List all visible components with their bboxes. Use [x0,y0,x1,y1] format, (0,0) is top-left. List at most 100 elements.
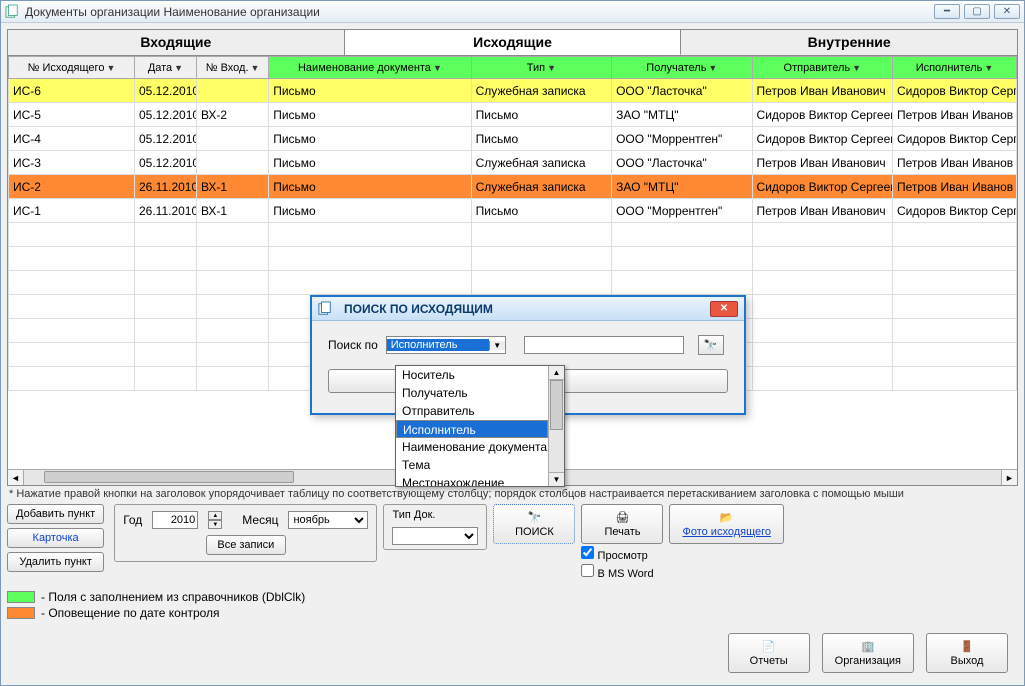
year-up-button[interactable]: ▲ [208,511,222,520]
cell-doc_name: Письмо [269,175,471,199]
table-row [9,271,1017,295]
swatch-orange [7,607,35,619]
scroll-right-icon[interactable]: ► [1001,470,1017,485]
cell-type: Письмо [471,199,611,223]
search-text-input[interactable] [524,336,684,354]
cell-out_no [9,247,135,271]
scroll-up-icon[interactable]: ▲ [549,366,564,380]
cell-recipient: ООО "Ласточка" [612,79,752,103]
year-input[interactable] [152,511,198,529]
msword-checkbox[interactable]: В MS Word [581,564,663,580]
all-records-button[interactable]: Все записи [206,535,286,555]
cell-doc_name [269,223,471,247]
dropdown-item[interactable]: Отправитель [396,402,548,420]
table-row[interactable]: ИС-505.12.2010ВХ-2ПисьмоПисьмоЗАО "МТЦ"С… [9,103,1017,127]
cell-date: 05.12.2010 [134,79,196,103]
dropdown-item[interactable]: Наименование документа [396,438,548,456]
card-button[interactable]: Карточка [7,528,104,548]
month-label: Месяц [242,513,278,527]
table-row [9,223,1017,247]
exit-button[interactable]: 🚪 Выход [926,633,1008,673]
dropdown-scroll-thumb[interactable] [550,380,563,430]
tab-incoming[interactable]: Входящие [8,30,345,55]
doc-tabs: Входящие Исходящие Внутренние [7,29,1018,56]
table-row[interactable]: ИС-605.12.2010ПисьмоСлужебная запискаООО… [9,79,1017,103]
col-executor[interactable]: Исполнитель▼ [893,57,1017,79]
doctype-label: Тип Док. [392,509,478,521]
scroll-down-icon[interactable]: ▼ [549,472,564,486]
cell-in_no [196,295,268,319]
col-out-no[interactable]: № Исходящего▼ [9,57,135,79]
organization-button[interactable]: 🏢 Организация [822,633,914,673]
dropdown-item[interactable]: Тема [396,456,548,474]
print-button[interactable]: 🖨 Печать [581,504,663,544]
year-down-button[interactable]: ▼ [208,520,222,529]
delete-item-button[interactable]: Удалить пункт [7,552,104,572]
app-icon [5,5,19,19]
col-recipient[interactable]: Получатель▼ [612,57,752,79]
minimize-button[interactable]: ━ [934,4,960,19]
table-row[interactable]: ИС-305.12.2010ПисьмоСлужебная запискаООО… [9,151,1017,175]
add-item-button[interactable]: Добавить пункт [7,504,104,524]
legend-orange-text: - Оповещение по дате контроля [41,606,220,620]
table-row[interactable]: ИС-405.12.2010ПисьмоПисьмоООО "Моррентге… [9,127,1017,151]
preview-checkbox[interactable]: Просмотр [581,546,663,562]
doctype-select[interactable] [392,527,478,545]
year-label: Год [123,513,142,527]
cell-sender: Сидоров Виктор Сергееви [752,175,892,199]
cell-in_no: ВХ-1 [196,199,268,223]
search-button[interactable]: 🔭 ПОИСК [493,504,575,544]
printer-icon: 🖨 [616,511,630,524]
dropdown-scrollbar[interactable]: ▲ ▼ [548,366,564,486]
cell-in_no [196,247,268,271]
dropdown-item[interactable]: Получатель [396,384,548,402]
reports-button[interactable]: 📄 Отчеты [728,633,810,673]
scroll-left-icon[interactable]: ◄ [8,470,24,485]
chevron-down-icon[interactable]: ▼ [489,341,505,350]
photo-button[interactable]: 📂 Фото исходящего [669,504,784,544]
cell-executor [893,343,1017,367]
col-sender[interactable]: Отправитель▼ [752,57,892,79]
col-date[interactable]: Дата▼ [134,57,196,79]
cell-date: 26.11.2010 [134,175,196,199]
cell-out_no: ИС-4 [9,127,135,151]
cell-recipient [612,223,752,247]
search-go-icon-button[interactable]: 🔭 [698,335,724,355]
maximize-button[interactable]: ▢ [964,4,990,19]
filter-panel: Год ▲ ▼ Месяц ноябрь Все записи [114,504,377,562]
col-doc-name[interactable]: Наименование документа▼ [269,57,471,79]
cell-date [134,223,196,247]
tab-internal[interactable]: Внутренние [681,30,1017,55]
binoculars-icon: 🔭 [704,339,718,352]
cell-executor [893,367,1017,391]
binoculars-icon: 🔭 [528,511,542,524]
print-label: Печать [604,526,640,538]
cell-type: Служебная записка [471,175,611,199]
dropdown-item[interactable]: Носитель [396,366,548,384]
cell-recipient: ООО "Моррентген" [612,127,752,151]
grid-hint: * Нажатие правой кнопки на заголовок упо… [7,486,1018,504]
col-in-no[interactable]: № Вход.▼ [196,57,268,79]
month-select[interactable]: ноябрь [288,511,368,529]
search-field-combo[interactable]: Исполнитель ▼ [386,336,506,354]
cell-date [134,367,196,391]
cell-recipient: ООО "Ласточка" [612,151,752,175]
scroll-thumb[interactable] [44,471,294,483]
dropdown-item[interactable]: Местонахождение [396,474,548,486]
cell-out_no: ИС-6 [9,79,135,103]
cell-type: Служебная записка [471,151,611,175]
col-type[interactable]: Тип▼ [471,57,611,79]
table-row[interactable]: ИС-126.11.2010ВХ-1ПисьмоПисьмоООО "Морре… [9,199,1017,223]
cell-executor [893,319,1017,343]
cell-executor: Петров Иван Иванов [893,103,1017,127]
tab-outgoing[interactable]: Исходящие [345,30,682,55]
close-button[interactable]: ✕ [994,4,1020,19]
window-title: Документы организации Наименование орган… [25,5,934,19]
search-label: ПОИСК [515,526,554,538]
table-row[interactable]: ИС-226.11.2010ВХ-1ПисьмоСлужебная записк… [9,175,1017,199]
cell-date [134,295,196,319]
dropdown-item[interactable]: Исполнитель [396,420,548,438]
dialog-close-button[interactable]: ✕ [710,301,738,317]
cell-out_no: ИС-5 [9,103,135,127]
cell-sender [752,223,892,247]
